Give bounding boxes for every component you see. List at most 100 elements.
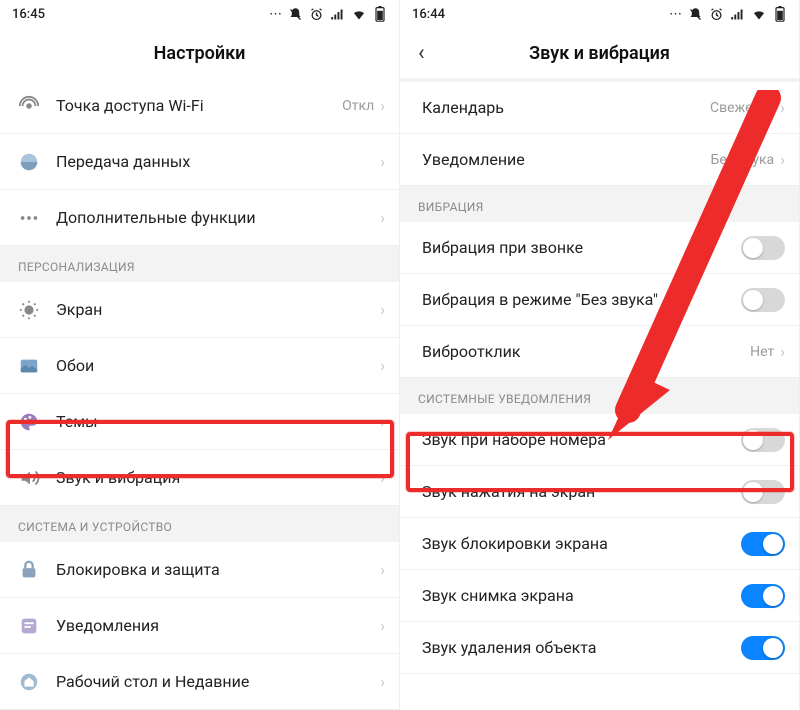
phone-left: 16:45 ⋯ Настройки Точка доступа Wi-Fi От…	[0, 0, 400, 710]
lock-icon	[18, 559, 56, 581]
toggle-vibrate-on-ring[interactable]	[741, 236, 785, 260]
phone-right: 16:44 ⋯ ‹ Звук и вибрация Календарь Свеж…	[400, 0, 800, 710]
chevron-right-icon: ›	[780, 98, 785, 117]
page-title: Настройки	[154, 43, 246, 64]
battery-icon	[773, 6, 787, 22]
row-home-recents[interactable]: Рабочий стол и Недавние ›	[0, 654, 399, 710]
alarm-icon	[709, 7, 724, 22]
chevron-right-icon: ›	[380, 412, 385, 431]
volume-icon	[18, 467, 56, 489]
header: Настройки	[0, 28, 399, 78]
section-vibration: ВИБРАЦИЯ	[400, 186, 799, 222]
row-delete-sound[interactable]: Звук удаления объекта	[400, 622, 799, 674]
row-label: Передача данных	[56, 152, 380, 171]
toggle-screen-lock-sound[interactable]	[741, 532, 785, 556]
toggle-delete-sound[interactable]	[741, 636, 785, 660]
bell-off-icon	[288, 7, 303, 22]
row-additional-features[interactable]: Дополнительные функции ›	[0, 190, 399, 246]
row-label: Звук нажатия на экран	[422, 482, 741, 501]
status-bar: 16:45 ⋯	[0, 0, 399, 28]
status-icons: ⋯	[269, 6, 387, 22]
section-system-device: СИСТЕМА И УСТРОЙСТВО	[0, 506, 399, 542]
row-label: Звук блокировки экрана	[422, 534, 741, 553]
row-value: Нет	[750, 344, 774, 360]
row-label: Звук удаления объекта	[422, 638, 741, 657]
section-personalization: ПЕРСОНАЛИЗАЦИЯ	[0, 246, 399, 282]
signal-icon	[330, 7, 345, 22]
chevron-right-icon: ›	[380, 616, 385, 635]
row-label: Звук при наборе номера	[422, 430, 741, 449]
wifi-icon	[751, 7, 767, 22]
row-label: Уведомления	[56, 616, 380, 635]
row-label: Уведомление	[422, 150, 711, 169]
chevron-right-icon: ›	[380, 208, 385, 227]
row-lock-security[interactable]: Блокировка и защита ›	[0, 542, 399, 598]
wifi-icon	[351, 7, 367, 22]
data-icon	[18, 151, 56, 173]
row-calendar[interactable]: Календарь Свежесть ›	[400, 82, 799, 134]
chevron-right-icon: ›	[380, 96, 385, 115]
row-value: Без звука	[711, 152, 775, 168]
chevron-right-icon: ›	[380, 356, 385, 375]
row-vibrate-on-ring[interactable]: Вибрация при звонке	[400, 222, 799, 274]
row-themes[interactable]: Темы ›	[0, 394, 399, 450]
chevron-right-icon: ›	[380, 672, 385, 691]
row-notifications[interactable]: Уведомления ›	[0, 598, 399, 654]
row-label: Виброотклик	[422, 342, 750, 361]
image-icon	[18, 355, 56, 377]
row-label: Точка доступа Wi-Fi	[56, 96, 342, 115]
page-title: Звук и вибрация	[529, 43, 670, 64]
palette-icon	[18, 411, 56, 433]
toggle-dial-pad-tones[interactable]	[741, 428, 785, 452]
row-wallpaper[interactable]: Обои ›	[0, 338, 399, 394]
row-data-usage[interactable]: Передача данных ›	[0, 134, 399, 190]
toggle-vibrate-on-silent[interactable]	[741, 288, 785, 312]
row-notification-sound[interactable]: Уведомление Без звука ›	[400, 134, 799, 186]
row-label: Обои	[56, 356, 380, 375]
row-label: Звук снимка экрана	[422, 586, 741, 605]
status-time: 16:44	[412, 7, 669, 22]
status-bar: 16:44 ⋯	[400, 0, 799, 28]
header: ‹ Звук и вибрация	[400, 28, 799, 78]
toggle-touch-sounds[interactable]	[741, 480, 785, 504]
row-label: Рабочий стол и Недавние	[56, 672, 380, 691]
row-wifi-hotspot[interactable]: Точка доступа Wi-Fi Откл ›	[0, 78, 399, 134]
row-screen-lock-sound[interactable]: Звук блокировки экрана	[400, 518, 799, 570]
row-value: Свежесть	[710, 100, 774, 116]
notifications-icon	[18, 615, 56, 637]
row-label: Календарь	[422, 98, 710, 117]
chevron-right-icon: ›	[380, 560, 385, 579]
signal-icon	[730, 7, 745, 22]
toggle-screenshot-sound[interactable]	[741, 584, 785, 608]
status-icons: ⋯	[669, 6, 787, 22]
chevron-right-icon: ›	[380, 468, 385, 487]
more-icon: ⋯	[669, 7, 682, 22]
row-sound-vibration[interactable]: Звук и вибрация ›	[0, 450, 399, 506]
row-display[interactable]: Экран ›	[0, 282, 399, 338]
row-vibrate-on-silent[interactable]: Вибрация в режиме "Без звука"	[400, 274, 799, 326]
chevron-right-icon: ›	[380, 152, 385, 171]
chevron-right-icon: ›	[780, 342, 785, 361]
row-label: Вибрация в режиме "Без звука"	[422, 290, 741, 309]
row-haptic-feedback[interactable]: Виброотклик Нет ›	[400, 326, 799, 378]
row-value: Откл	[342, 98, 374, 114]
section-system-notifications: СИСТЕМНЫЕ УВЕДОМЛЕНИЯ	[400, 378, 799, 414]
row-screenshot-sound[interactable]: Звук снимка экрана	[400, 570, 799, 622]
bell-off-icon	[688, 7, 703, 22]
row-label: Дополнительные функции	[56, 208, 380, 227]
row-label: Темы	[56, 412, 380, 431]
brightness-icon	[18, 299, 56, 321]
row-label: Звук и вибрация	[56, 468, 380, 487]
home-icon	[18, 671, 56, 693]
chevron-right-icon: ›	[780, 150, 785, 169]
row-label: Экран	[56, 300, 380, 319]
status-time: 16:45	[12, 7, 269, 22]
row-label: Блокировка и защита	[56, 560, 380, 579]
row-label: Вибрация при звонке	[422, 238, 741, 257]
more-icon: ⋯	[269, 7, 282, 22]
row-dial-pad-tones[interactable]: Звук при наборе номера	[400, 414, 799, 466]
chevron-right-icon: ›	[380, 300, 385, 319]
row-touch-sounds[interactable]: Звук нажатия на экран	[400, 466, 799, 518]
hotspot-icon	[18, 95, 56, 117]
back-button[interactable]: ‹	[412, 35, 431, 72]
